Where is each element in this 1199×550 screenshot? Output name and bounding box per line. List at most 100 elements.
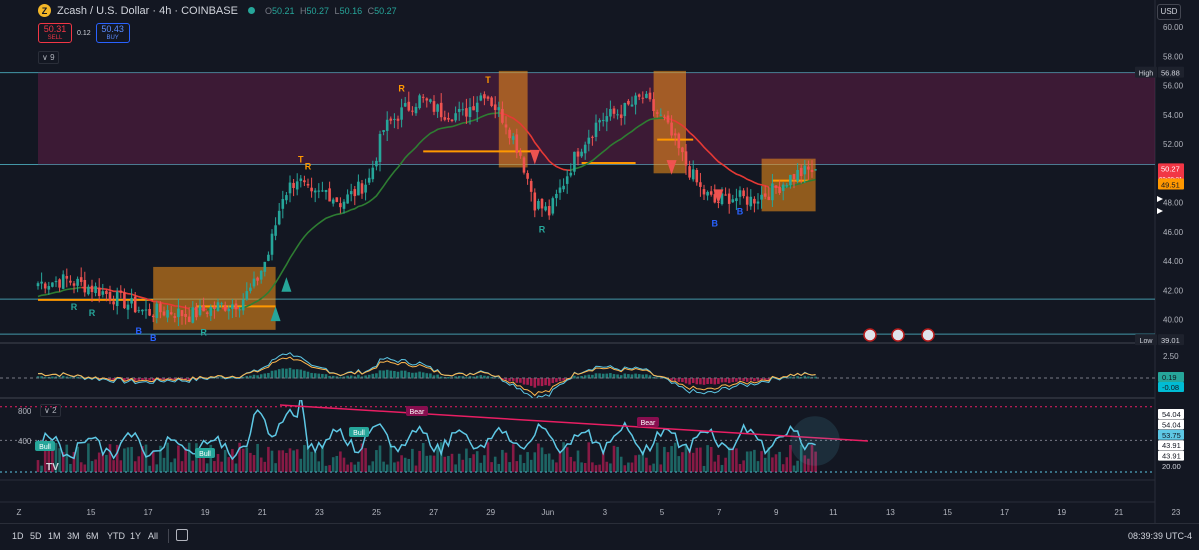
time-tick-label: 23 [1171,508,1180,517]
volume-bar [746,451,749,472]
volume-bar [663,447,666,472]
sell-button[interactable]: 50.31 SELL [38,23,72,43]
volume-bar [631,463,634,472]
macd-histogram-bar [357,375,360,379]
volume-bar [454,464,457,472]
macd-histogram-bar [544,378,547,385]
candle-body [357,182,360,196]
candle-body [613,108,616,113]
volume-bar [469,458,472,472]
candle-body [490,97,493,105]
timeframe-1y[interactable]: 1Y [130,531,141,541]
candle-body [40,282,43,284]
time-tick-label: 21 [258,508,267,517]
candle-body [368,178,371,183]
candle-body [451,120,454,121]
ohlc-open-key: O [265,6,272,16]
macd-histogram-bar [339,377,342,378]
volume-bar [411,449,414,472]
macd-value: 0.19 [1162,373,1177,382]
timeframe-1d[interactable]: 1D [12,531,24,541]
volume-bar [152,452,155,472]
candle-body [141,310,144,312]
volume-bar [174,458,177,472]
volume-bar [354,465,357,472]
volume-bar [606,462,609,472]
symbol-title[interactable]: Zcash / U.S. Dollar · 4h · COINBASE [57,5,238,17]
candle-body [350,191,353,194]
osc-tick-label: 400 [18,437,32,446]
macd-histogram-bar [537,378,540,386]
volume-bar [796,461,799,472]
timeframe-ytd[interactable]: YTD [107,531,125,541]
volume-bar [166,443,169,472]
price-chart[interactable]: RRBBRTRRTRBB BullBullBullBearBearTV 60.0… [0,0,1199,549]
volume-bar [735,448,738,472]
candle-body [112,301,115,304]
volume-bar [706,445,709,472]
buy-button[interactable]: 50.43 BUY [96,23,130,43]
candle-body [386,120,389,131]
volume-bar [40,466,43,472]
candle-body [559,188,562,193]
volume-bar [170,462,173,472]
signal-marker-label: B [136,326,143,336]
candle-body [706,192,709,196]
volume-bar [685,445,688,472]
volume-bar [634,455,637,472]
candle-body [624,103,627,116]
macd-histogram-bar [732,378,735,382]
candle-body [390,119,393,121]
clock[interactable]: 08:39:39 UTC-4 [1128,531,1192,541]
volume-bar [235,464,238,472]
currency-selector[interactable]: USD [1157,4,1181,20]
candle-body [649,93,652,100]
volume-bar [372,461,375,472]
volume-bar [422,443,425,472]
macd-histogram-bar [627,374,630,378]
price-tick-label: 48.00 [1163,199,1184,208]
candle-body [87,287,90,295]
volume-bar [206,463,209,472]
timeframe-3m[interactable]: 3M [67,531,80,541]
candle-body [786,185,789,186]
timeframe-1m[interactable]: 1M [48,531,61,541]
candle-body [591,137,594,138]
candle-body [526,173,529,179]
osc-pane-collapse-control[interactable]: ∨ 2 [40,404,61,417]
candle-body [267,255,270,261]
volume-bar [775,454,778,472]
timeframe-5d[interactable]: 5D [30,531,42,541]
timeframe-all[interactable]: All [148,531,158,541]
candle-body [444,117,447,120]
main-indicator-count: 9 [50,53,54,62]
symbol-header[interactable]: Z Zcash / U.S. Dollar · 4h · COINBASE O5… [38,4,400,17]
candle-body [174,316,177,318]
calendar-icon[interactable] [176,529,188,541]
sell-price: 50.31 [44,24,67,34]
macd-histogram-bar [465,377,468,378]
volume-bar [192,461,195,472]
price-tick-label: 46.00 [1163,228,1184,237]
volume-bar [184,448,187,472]
timeframe-6m[interactable]: 6M [86,531,99,541]
candle-body [166,310,169,317]
us-event-flag-icon [892,329,904,341]
main-pane-collapse-control[interactable]: ∨ 9 [38,51,59,64]
candle-body [48,286,51,290]
macd-histogram-bar [400,371,403,379]
volume-bar [285,453,288,472]
volume-bar [451,454,454,472]
macd-histogram-bar [379,370,382,378]
volume-bar [760,451,763,472]
candle-body [310,188,313,192]
candle-body [732,199,735,202]
time-tick-label: Z [17,508,22,517]
candle-body [710,191,713,194]
bull-label: Bull [199,451,211,458]
osc-value: 54.04 [1162,410,1181,419]
macd-histogram-bar [282,368,285,378]
volume-bar [123,448,126,472]
macd-histogram-bar [609,373,612,378]
volume-bar [314,452,317,472]
